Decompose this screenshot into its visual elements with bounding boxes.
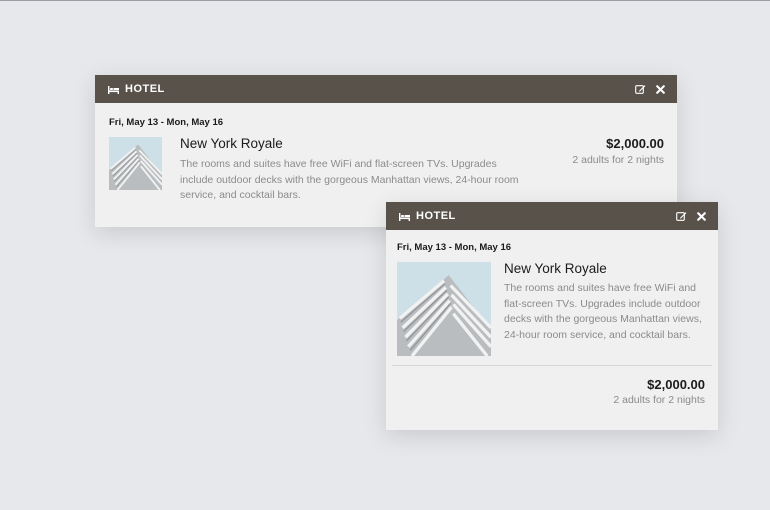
guests-summary: 2 adults for 2 nights <box>572 154 664 166</box>
guests-summary: 2 adults for 2 nights <box>613 394 705 406</box>
hotel-name: New York Royale <box>180 136 283 151</box>
hotel-name: New York Royale <box>504 261 607 276</box>
card-header: HOTEL <box>386 202 718 230</box>
card-header: HOTEL <box>95 75 677 103</box>
close-icon[interactable] <box>697 211 706 221</box>
stay-dates: Fri, May 13 - Mon, May 16 <box>109 117 224 128</box>
hotel-card-compact: HOTEL Fri, May 13 - Mon, May 16 New York… <box>386 202 718 430</box>
price: $2,000.00 <box>606 136 664 151</box>
bed-icon <box>108 85 119 94</box>
hotel-description: The rooms and suites have free WiFi and … <box>180 158 519 201</box>
hotel-image <box>397 262 491 356</box>
divider <box>392 365 712 366</box>
stay-dates: Fri, May 13 - Mon, May 16 <box>397 242 512 253</box>
edit-icon[interactable] <box>676 211 687 222</box>
hotel-image <box>109 137 162 190</box>
hotel-description: The rooms and suites have free WiFi and … <box>504 282 702 341</box>
price: $2,000.00 <box>647 377 705 392</box>
card-title: HOTEL <box>416 210 456 222</box>
edit-icon[interactable] <box>635 84 646 95</box>
card-title: HOTEL <box>125 83 165 95</box>
close-icon[interactable] <box>656 84 665 94</box>
bed-icon <box>399 212 410 221</box>
